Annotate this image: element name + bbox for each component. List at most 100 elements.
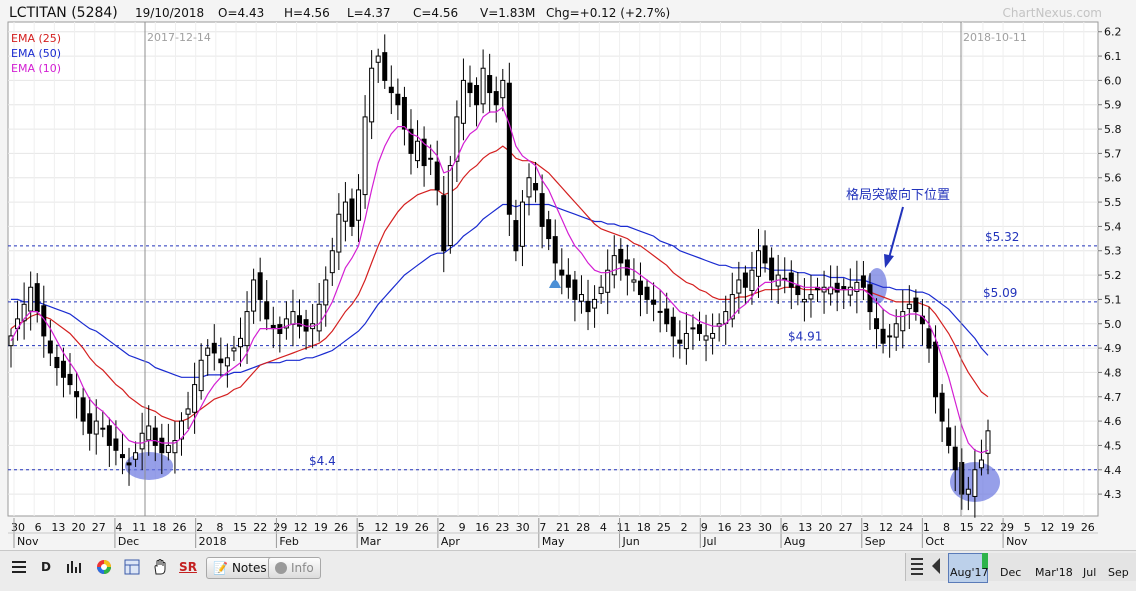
range-label-aug17[interactable]: Aug'17 (950, 566, 989, 579)
candle-down (644, 286, 650, 300)
brand-watermark: ChartNexus.com (1002, 6, 1102, 20)
y-tick-label: 4.9 (1104, 342, 1122, 355)
list-icon[interactable] (8, 557, 30, 577)
candle-down (788, 272, 794, 288)
d-period-button[interactable]: D (36, 557, 56, 577)
candle-down (113, 438, 119, 451)
candle-down (388, 86, 394, 94)
candle-up (139, 432, 145, 450)
candle-down (487, 75, 493, 94)
x-tick-label: 8 (943, 521, 950, 534)
candle-up (756, 250, 762, 277)
y-tick-label: 6.1 (1104, 50, 1122, 63)
candle-up (251, 279, 257, 312)
y-tick-label: 4.8 (1104, 366, 1122, 379)
y-tick-label: 5.7 (1104, 147, 1122, 160)
candle-up (192, 384, 198, 413)
notes-button[interactable]: 📝 Notes (206, 557, 274, 579)
y-tick-label: 5.3 (1104, 245, 1122, 258)
candle-down (87, 413, 93, 434)
x-tick-label: 18 (152, 521, 166, 534)
candle-down (657, 310, 663, 313)
range-label-jul[interactable]: Jul (1083, 566, 1096, 579)
hand-icon[interactable] (149, 557, 171, 577)
candle-up (165, 444, 171, 453)
x-tick-label: 29 (1000, 521, 1014, 534)
candle-down (506, 82, 512, 215)
x-tick-label: 19 (1061, 521, 1075, 534)
x-tick-label: 1 (923, 521, 930, 534)
candle-down (80, 397, 86, 422)
candle-down (926, 328, 932, 349)
y-tick-label: 5.4 (1104, 220, 1122, 233)
x-tick-label: 12 (879, 521, 893, 534)
month-label: Apr (441, 535, 461, 548)
price-chart[interactable]: $5.32 $5.09 $4.91 $4.4 4.3 4.4 4.5 4.6 4.7 4.8 4.… (0, 0, 1136, 550)
candle-down (395, 93, 401, 106)
sr-label: SR (179, 560, 197, 574)
month-label: Feb (279, 535, 298, 548)
x-tick-label: 20 (818, 521, 832, 534)
candle-down (434, 161, 440, 191)
range-label-mar18[interactable]: Mar'18 (1035, 566, 1073, 579)
month-label: May (542, 535, 565, 548)
candle-down (742, 272, 748, 288)
legend-ema25: EMA (25) (11, 32, 61, 45)
notes-icon: 📝 (213, 561, 228, 575)
candle-up (237, 337, 243, 348)
navigator-menu-icon[interactable] (910, 556, 926, 578)
info-label: Info (291, 561, 314, 575)
candle-up (133, 452, 139, 460)
x-tick-label: 30 (758, 521, 772, 534)
plot-area (7, 21, 1099, 517)
candle-down (126, 462, 132, 466)
legend-ema10: EMA (10) (11, 62, 61, 75)
candle-down (651, 299, 657, 305)
layout-icon[interactable] (121, 557, 143, 577)
candle-up (428, 157, 434, 160)
info-button[interactable]: Info (268, 557, 321, 579)
candle-up (28, 286, 34, 312)
candle-down (119, 454, 125, 459)
candle-down (539, 193, 545, 227)
candle-down (74, 391, 80, 398)
candle-up (847, 286, 853, 296)
candle-up (900, 311, 906, 332)
candle-down (533, 183, 539, 191)
candle-down (939, 392, 945, 422)
candle-down (546, 219, 552, 240)
y-tick-label: 4.3 (1104, 488, 1122, 501)
candle-up (972, 469, 978, 497)
candle-down (47, 340, 53, 354)
y-tick-label: 5.8 (1104, 123, 1122, 136)
color-wheel-icon[interactable] (93, 557, 115, 577)
x-tick-label: 26 (1081, 521, 1095, 534)
sr-button[interactable]: SR (177, 557, 199, 577)
y-tick-label: 5.5 (1104, 196, 1122, 209)
candle-up (93, 420, 99, 435)
x-tick-label: 30 (516, 521, 530, 534)
x-tick-label: 12 (294, 521, 308, 534)
x-tick-label: 21 (556, 521, 570, 534)
x-tick-label: 19 (314, 521, 328, 534)
candle-up (683, 332, 689, 350)
header-open: O=4.43 (218, 6, 264, 20)
candle-down (762, 245, 768, 264)
navigator-prev-icon[interactable] (930, 556, 944, 578)
x-tick-label: 8 (216, 521, 223, 534)
candle-down (218, 358, 224, 364)
range-label-dec[interactable]: Dec (1000, 566, 1021, 579)
y-tick-label: 4.4 (1104, 464, 1122, 477)
x-tick-label: 26 (172, 521, 186, 534)
candle-down (572, 279, 578, 300)
candle-up (526, 177, 532, 198)
range-label-sep[interactable]: Sep (1108, 566, 1129, 579)
x-tick-label: 5 (358, 521, 365, 534)
candle-down (664, 308, 670, 325)
candle-down (834, 282, 840, 293)
x-tick-label: 20 (72, 521, 86, 534)
info-icon (275, 562, 287, 574)
candle-up (965, 488, 971, 495)
indicator-icon[interactable] (64, 557, 86, 577)
candle-up (342, 201, 348, 222)
